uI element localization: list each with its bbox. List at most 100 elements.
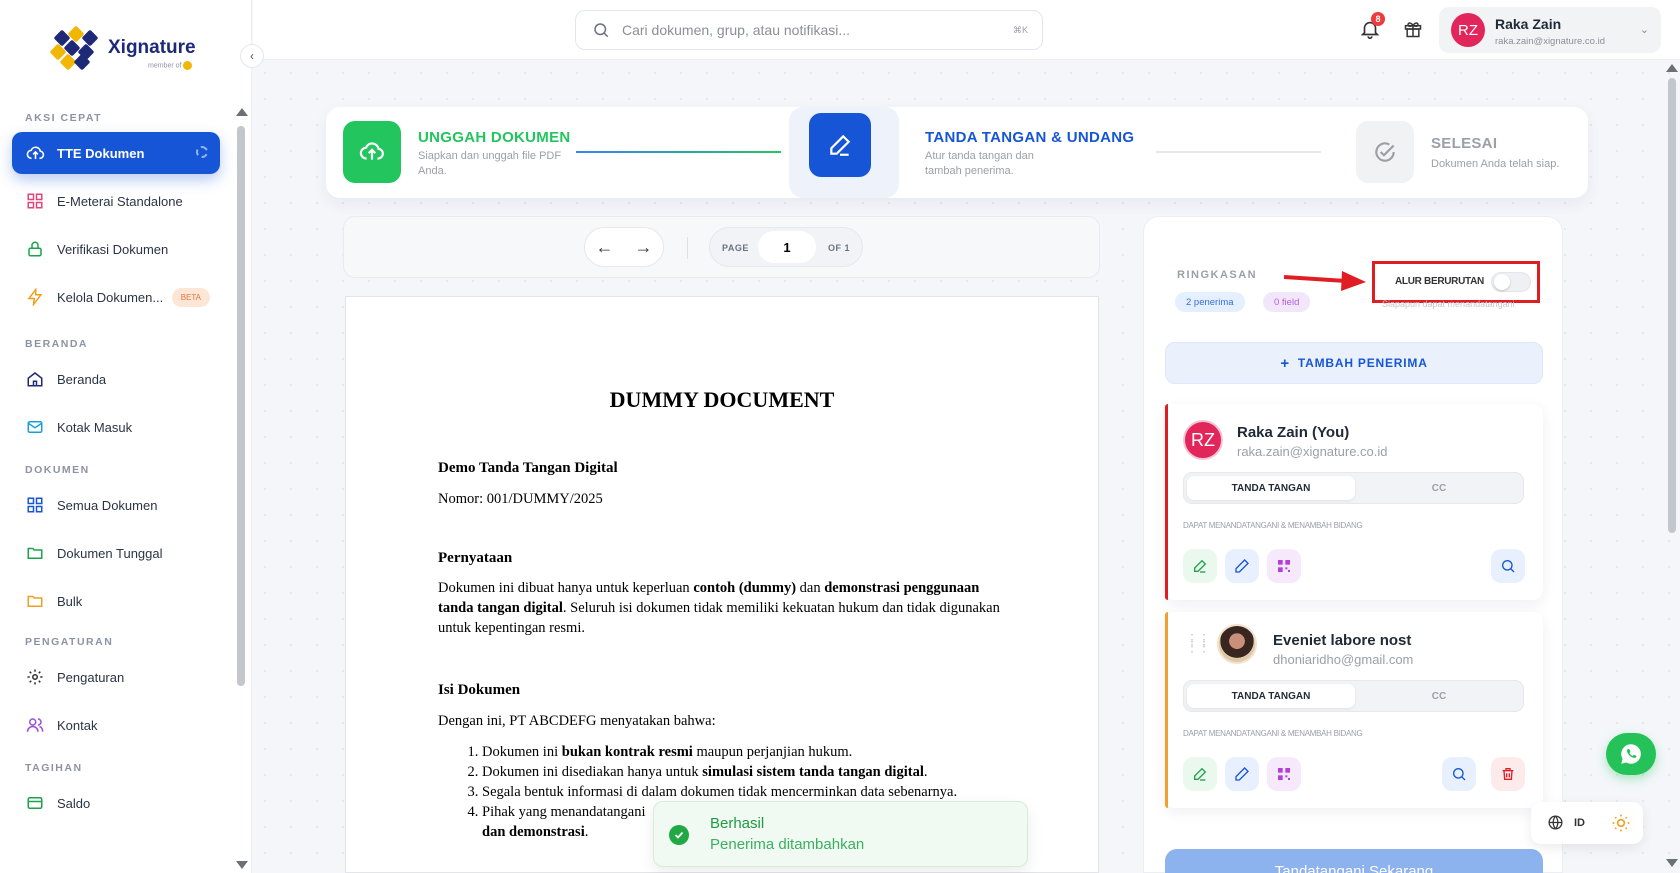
language-button[interactable] — [1547, 814, 1564, 836]
qr-tool-button[interactable] — [1267, 549, 1301, 583]
folder-green-icon — [25, 543, 45, 563]
document-preview[interactable]: DUMMY DOCUMENT Demo Tanda Tangan Digital… — [345, 296, 1099, 873]
sidebar-item-saldo[interactable]: Saldo — [12, 782, 220, 824]
search-icon — [1502, 560, 1515, 573]
initial-tool-button[interactable] — [1225, 549, 1259, 583]
toast-message: Penerima ditambahkan — [710, 836, 865, 853]
recipients-count-pill: 2 penerima — [1175, 292, 1245, 312]
sidebar-item-pengaturan[interactable]: Pengaturan — [12, 656, 220, 698]
recipient-avatar: RZ — [1183, 420, 1223, 460]
sidebar-item-label: Kontak — [57, 717, 98, 733]
recipient-avatar — [1217, 624, 1257, 664]
sidebar-item-kontak[interactable]: Kontak — [12, 704, 220, 746]
step-upload-icon — [343, 121, 401, 183]
notifications-button[interactable]: 8 — [1359, 12, 1385, 45]
sidebar-item-label: Verifikasi Dokumen — [57, 241, 169, 257]
sequential-flow-label: ALUR BERURUTAN — [1395, 276, 1484, 287]
collapse-sidebar-button[interactable]: ‹ — [240, 44, 264, 68]
whatsapp-button[interactable] — [1606, 733, 1656, 775]
signature-tool-button[interactable] — [1183, 549, 1217, 583]
grid-icon — [25, 191, 45, 211]
role-cc-tab[interactable]: CC — [1355, 684, 1523, 708]
initial-tool-button[interactable] — [1225, 757, 1259, 791]
page-arrows: ← → — [584, 227, 664, 267]
section-title: PENGATURAN — [25, 636, 114, 648]
topbar: ⌘K 8 RZ Raka Zain raka.zain@xignature.co… — [253, 0, 1680, 60]
step-upload-desc: Siapkan dan unggah file PDF Anda. — [418, 150, 562, 177]
step-sign-title: TANDA TANGAN & UNDANG — [925, 129, 1135, 146]
sidebar-item-kotak-masuk[interactable]: Kotak Masuk — [12, 406, 220, 448]
delete-recipient-button[interactable] — [1491, 757, 1525, 791]
section-title: BERANDA — [25, 338, 88, 350]
role-cc-tab[interactable]: CC — [1355, 476, 1523, 500]
sidebar-item-dokumen-tunggal[interactable]: Dokumen Tunggal — [12, 532, 220, 574]
step-done-icon — [1356, 121, 1414, 183]
sidebar-item-semua-dokumen[interactable]: Semua Dokumen — [12, 484, 220, 526]
page-number-input[interactable] — [758, 231, 816, 263]
recipient-card: RZ Raka Zain (You) raka.zain@xignature.c… — [1165, 404, 1543, 600]
chevron-down-icon: ⌄ — [1639, 24, 1649, 36]
gift-button[interactable] — [1403, 19, 1423, 44]
summary-label: RINGKASAN — [1177, 269, 1258, 281]
page-navigator: ← → PAGE OF 1 — [343, 216, 1100, 278]
step-upload-title: UNGGAH DOKUMEN — [418, 129, 571, 146]
user-menu[interactable]: RZ Raka Zain raka.zain@xignature.co.id ⌄ — [1439, 7, 1661, 53]
sidebar-item-bulk[interactable]: Bulk — [12, 580, 220, 622]
permission-text: DAPAT MENANDATANGANI & MENAMBAH BIDANG — [1183, 729, 1363, 738]
role-selector: TANDA TANGAN CC — [1183, 680, 1524, 712]
add-recipient-button[interactable]: + TAMBAH PENERIMA — [1165, 342, 1543, 384]
card-icon — [25, 793, 45, 813]
search-shortcut: ⌘K — [1012, 24, 1028, 35]
pen-icon — [1194, 559, 1207, 573]
sidebar-item-label: E-Meterai Standalone — [57, 193, 183, 209]
content-intro: Dengan ini, PT ABCDEFG menyatakan bahwa: — [438, 713, 716, 729]
search-input[interactable] — [622, 22, 982, 38]
theme-toggle-button[interactable] — [1611, 813, 1631, 838]
sequential-flow-toggle[interactable] — [1491, 272, 1531, 292]
sidebar-item-kelola-dokumen[interactable]: Kelola Dokumen... BETA — [12, 276, 220, 318]
qr-tool-button[interactable] — [1267, 757, 1301, 791]
pencil-icon — [1235, 767, 1249, 781]
list-item: Dokumen ini bukan kontrak resmi maupun p… — [482, 742, 1018, 762]
check-circle-icon — [669, 825, 689, 845]
recipient-accent — [1165, 404, 1168, 600]
gift-icon — [1404, 22, 1422, 38]
role-selector: TANDA TANGAN CC — [1183, 472, 1524, 504]
bolt-icon — [25, 287, 45, 307]
sidebar-item-label: Semua Dokumen — [57, 497, 158, 513]
search-box[interactable]: ⌘K — [575, 10, 1043, 50]
page-label: PAGE — [722, 243, 749, 253]
main-scrollbar[interactable] — [1664, 60, 1680, 873]
sidebar-item-label: Beranda — [57, 371, 107, 387]
sign-now-button[interactable]: Tandatangani Sekarang — [1165, 849, 1543, 873]
sidebar-item-label: Saldo — [57, 795, 91, 811]
toast-title: Berhasil — [710, 815, 765, 832]
sidebar-scrollbar[interactable] — [236, 106, 248, 873]
sequential-flow-highlight: ALUR BERURUTAN — [1372, 261, 1540, 303]
sidebar: Xignature member of AKSI CEPAT TTE Dokume… — [0, 0, 252, 873]
sidebar-item-tte-dokumen[interactable]: TTE Dokumen — [12, 132, 220, 174]
view-recipient-button[interactable] — [1442, 757, 1476, 791]
sidebar-item-verifikasi-dokumen[interactable]: Verifikasi Dokumen — [12, 228, 220, 270]
statement-heading: Pernyataan — [438, 550, 513, 566]
drag-target-icon — [196, 146, 208, 158]
role-sign-tab[interactable]: TANDA TANGAN — [1187, 684, 1355, 708]
sidebar-item-beranda[interactable]: Beranda — [12, 358, 220, 400]
recipient-name: Eveniet labore nost — [1273, 632, 1412, 649]
arrow-left-icon: ← — [595, 236, 614, 257]
previous-page-button[interactable]: ← — [596, 237, 614, 258]
step-done-desc: Dokumen Anda telah siap. — [1431, 158, 1560, 170]
sidebar-item-e-meterai-standalone[interactable]: E-Meterai Standalone — [12, 180, 220, 222]
role-sign-tab[interactable]: TANDA TANGAN — [1187, 476, 1355, 500]
view-recipient-button[interactable] — [1491, 549, 1525, 583]
chevron-left-icon: ‹ — [250, 49, 254, 63]
pen-icon — [1194, 767, 1207, 781]
step-connector — [1156, 151, 1321, 153]
drag-handle-icon[interactable]: ⋮⋮ ⋮⋮ — [1185, 632, 1211, 653]
section-title: AKSI CEPAT — [25, 112, 103, 124]
next-page-button[interactable]: → — [635, 237, 653, 258]
annotation-arrow-icon — [1284, 271, 1366, 291]
mail-icon — [25, 417, 45, 437]
signature-tool-button[interactable] — [1183, 757, 1217, 791]
recipient-card: ⋮⋮ ⋮⋮ Eveniet labore nost dhoniaridho@gma… — [1165, 612, 1543, 808]
